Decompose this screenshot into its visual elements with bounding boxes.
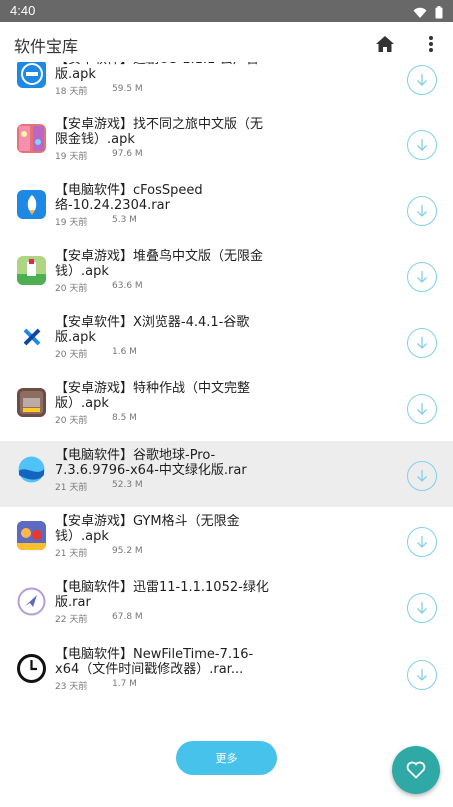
app-logo <box>17 654 46 683</box>
more-vert-icon <box>429 36 433 52</box>
item-title: 【安卓游戏】找不同之旅中文版（无限金钱）.apk <box>55 117 264 147</box>
app-logo <box>17 256 46 285</box>
item-time: 22 天前 <box>55 615 88 625</box>
item-time: 21 天前 <box>55 549 88 559</box>
load-more-button[interactable]: 更多 <box>176 741 277 775</box>
item-time: 20 天前 <box>55 416 88 426</box>
home-button[interactable] <box>373 32 397 56</box>
app-bar-overlay: 软件宝库 <box>0 22 453 62</box>
item-size: 63.6 M <box>112 281 143 291</box>
app-logo <box>17 190 46 219</box>
app-logo <box>17 455 46 484</box>
item-size: 8.5 M <box>112 413 137 423</box>
download-button[interactable] <box>407 196 437 226</box>
item-title: 【安卓游戏】GYM格斗（无限金钱）.apk <box>55 514 240 544</box>
download-icon <box>417 74 427 86</box>
item-time: 21 天前 <box>55 483 88 493</box>
item-title: 【安卓软件】X浏览器-4.4.1-谷歌版.apk <box>55 315 250 345</box>
item-size: 95.2 M <box>112 546 143 556</box>
item-size: 97.6 M <box>112 149 143 159</box>
app-logo <box>17 124 46 153</box>
battery-icon <box>435 4 443 23</box>
status-bar-overlay: 4:40 <box>0 0 453 22</box>
download-button[interactable] <box>407 65 437 95</box>
item-title: 【电脑软件】迅雷11-1.1.1052-绿化版.rar <box>55 580 269 610</box>
item-size: 59.5 M <box>112 84 143 94</box>
download-icon <box>417 337 427 349</box>
list-item[interactable]: 【安卓游戏】找不同之旅中文版（无限金钱）.apk 19 天前 97.6 M <box>0 110 453 176</box>
page-title: 软件宝库 <box>14 37 79 56</box>
list-item[interactable]: 【安卓软件】X浏览器-4.4.1-谷歌版.apk 20 天前 1.6 M <box>0 308 453 374</box>
download-button[interactable] <box>407 593 437 623</box>
item-time: 19 天前 <box>55 218 88 228</box>
item-title: 【安卓游戏】堆叠鸟中文版（无限金钱）.apk <box>55 249 264 279</box>
item-time: 20 天前 <box>55 350 88 360</box>
download-icon <box>417 470 427 482</box>
heart-icon <box>406 761 426 779</box>
item-size: 1.7 M <box>112 679 137 689</box>
home-icon <box>376 36 394 52</box>
status-time: 4:40 <box>10 3 36 18</box>
item-size: 5.3 M <box>112 215 137 225</box>
list-item[interactable]: 【安卓游戏】特种作战（中文完整版）.apk 20 天前 8.5 M <box>0 374 453 440</box>
download-button[interactable] <box>407 130 437 160</box>
app-logo <box>17 587 46 616</box>
app-logo <box>17 521 46 550</box>
item-title: 【安卓游戏】特种作战（中文完整版）.apk <box>55 381 251 411</box>
list-item[interactable]: 【电脑软件】谷歌地球-Pro-7.3.6.9796-x64-中文绿化版.rar … <box>0 441 453 507</box>
item-title: 【电脑软件】谷歌地球-Pro-7.3.6.9796-x64-中文绿化版.rar <box>55 448 247 478</box>
download-button[interactable] <box>407 262 437 292</box>
item-time: 18 天前 <box>55 87 88 97</box>
list-item[interactable]: 【电脑软件】迅雷11-1.1.1052-绿化版.rar 22 天前 67.8 M <box>0 573 453 639</box>
download-icon <box>417 602 427 614</box>
download-icon <box>417 669 427 681</box>
item-title: 【电脑软件】NewFileTime-7.16-x64（文件时间戳修改器）.rar… <box>55 647 254 677</box>
download-button[interactable] <box>407 394 437 424</box>
item-time: 23 天前 <box>55 682 88 692</box>
list-item[interactable]: 【安卓游戏】GYM格斗（无限金钱）.apk 21 天前 95.2 M <box>0 507 453 573</box>
item-size: 67.8 M <box>112 612 143 622</box>
download-button[interactable] <box>407 660 437 690</box>
item-title: 【电脑软件】cFosSpeed络-10.24.2304.rar <box>55 183 203 213</box>
more-options-button[interactable] <box>419 32 443 56</box>
item-size: 1.6 M <box>112 347 137 357</box>
item-time: 20 天前 <box>55 284 88 294</box>
list-item[interactable]: 【安卓游戏】堆叠鸟中文版（无限金钱）.apk 20 天前 63.6 M <box>0 242 453 308</box>
item-time: 19 天前 <box>55 152 88 162</box>
download-button[interactable] <box>407 527 437 557</box>
list-item[interactable]: 【电脑软件】cFosSpeed络-10.24.2304.rar 19 天前 5.3… <box>0 176 453 242</box>
app-logo <box>17 322 46 351</box>
app-logo <box>17 59 46 88</box>
download-icon <box>417 536 427 548</box>
favorite-fab[interactable] <box>392 746 440 794</box>
download-button[interactable] <box>407 328 437 358</box>
download-icon <box>417 403 427 415</box>
wifi-icon <box>413 4 427 23</box>
list-item[interactable]: 【电脑软件】NewFileTime-7.16-x64（文件时间戳修改器）.rar… <box>0 640 453 706</box>
download-icon <box>417 205 427 217</box>
app-logo <box>17 388 46 417</box>
download-button[interactable] <box>407 461 437 491</box>
download-icon <box>417 139 427 151</box>
item-size: 52.3 M <box>112 480 143 490</box>
download-icon <box>417 271 427 283</box>
